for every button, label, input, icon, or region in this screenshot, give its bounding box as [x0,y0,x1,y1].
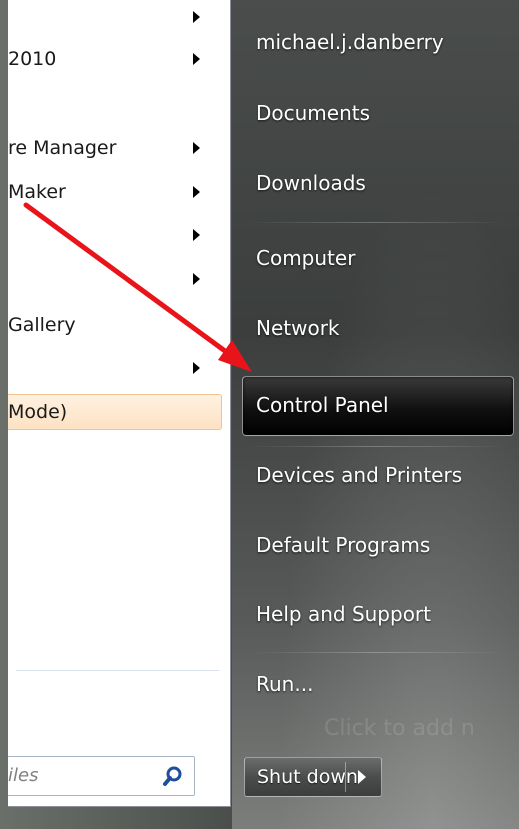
program-item[interactable]: 2010 [8,42,222,76]
run-link[interactable]: Run... [256,672,313,696]
network-link[interactable]: Network [256,316,340,340]
program-label: Maker [8,181,66,203]
program-label: 2010 [8,48,57,70]
submenu-arrow-icon [193,186,200,198]
program-item[interactable]: Gallery [8,308,222,342]
documents-link[interactable]: Documents [256,101,370,125]
search-input[interactable]: iles [8,756,195,796]
divider [246,652,506,653]
downloads-link[interactable]: Downloads [256,171,366,195]
submenu-arrow-icon [193,11,200,23]
divider [246,446,506,447]
search-icon[interactable] [162,765,184,787]
control-panel-link[interactable]: Control Panel [256,393,389,417]
program-item-highlighted[interactable]: Mode) [8,394,222,430]
program-label: Gallery [8,314,76,336]
devices-printers-link[interactable]: Devices and Printers [256,463,462,487]
submenu-arrow-icon [193,229,200,241]
submenu-arrow-icon [193,273,200,285]
search-placeholder: iles [8,765,39,786]
user-folder-link[interactable]: michael.j.danberry [256,30,444,54]
program-label: re Manager [8,137,117,159]
program-label: Mode) [8,401,68,423]
computer-link[interactable]: Computer [256,246,355,270]
places-panel: michael.j.danberry Documents Downloads C… [232,0,519,829]
program-item[interactable] [8,218,222,252]
program-item[interactable]: Maker [8,175,222,209]
divider [246,222,506,223]
program-item[interactable]: re Manager [8,131,222,165]
submenu-arrow-icon [193,142,200,154]
submenu-arrow-icon [193,53,200,65]
programs-panel: 2010 re Manager Maker Gallery Mode) iles [8,0,231,807]
submenu-arrow-icon [193,362,200,374]
help-support-link[interactable]: Help and Support [256,602,431,626]
program-item[interactable] [8,262,222,296]
program-item[interactable] [8,0,222,34]
shutdown-button[interactable]: Shut down [244,757,382,797]
default-programs-link[interactable]: Default Programs [256,533,430,557]
divider [16,670,219,671]
program-item[interactable] [8,351,222,385]
shutdown-options-arrow-icon[interactable] [358,770,366,784]
shutdown-label: Shut down [257,766,358,788]
background-hint-text: Click to add n [324,716,475,741]
shutdown-divider [345,762,346,792]
